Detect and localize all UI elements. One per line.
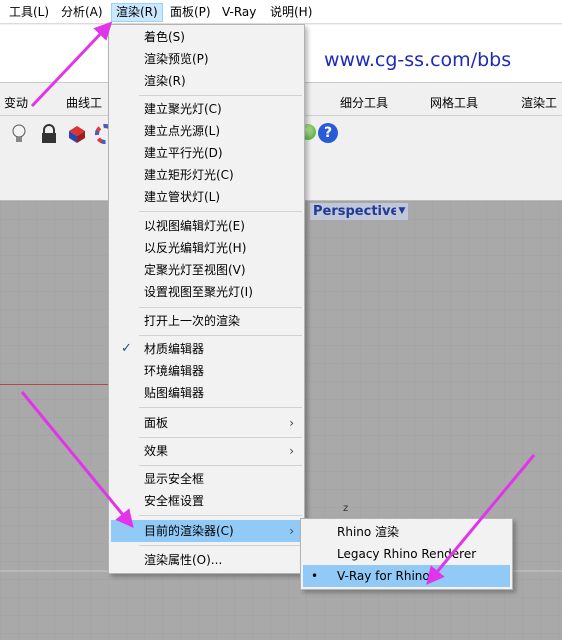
- menu-item-render-properties[interactable]: 渲染属性(O)...: [111, 549, 302, 571]
- help-icon[interactable]: ?: [318, 123, 338, 143]
- lock-icon[interactable]: [38, 123, 60, 145]
- menu-item-shade[interactable]: 着色(S): [111, 26, 302, 48]
- bulb-icon[interactable]: [8, 123, 30, 145]
- menu-item-tube-light[interactable]: 建立管状灯(L): [111, 186, 302, 208]
- selected-bullet-icon: •: [311, 569, 319, 583]
- menu-item-directional-light[interactable]: 建立平行光(D): [111, 142, 302, 164]
- tab-transform[interactable]: 变动: [4, 94, 28, 111]
- menu-item-render-preview[interactable]: 渲染预览(P): [111, 48, 302, 70]
- menu-separator: [139, 465, 302, 466]
- menu-item-view-to-spotlight[interactable]: 设置视图至聚光灯(I): [111, 281, 302, 303]
- submenu-item-legacy-rhino-renderer[interactable]: Legacy Rhino Renderer: [303, 543, 510, 565]
- menu-render[interactable]: 渲染(R): [111, 3, 163, 22]
- viewport-dropdown-icon[interactable]: ▼: [396, 203, 408, 220]
- tab-curve-tools[interactable]: 曲线工: [66, 94, 102, 111]
- menu-separator: [139, 211, 302, 212]
- menu-separator: [139, 515, 302, 516]
- menu-separator: [139, 545, 302, 546]
- menu-item-label: 材质编辑器: [144, 342, 205, 356]
- menu-separator: [139, 335, 302, 336]
- menu-item-effects[interactable]: 效果 ›: [111, 440, 302, 462]
- menu-item-environment-editor[interactable]: 环境编辑器: [111, 360, 302, 382]
- menu-analyze[interactable]: 分析(A): [57, 4, 107, 21]
- menu-item-edit-light-by-view[interactable]: 以视图编辑灯光(E): [111, 215, 302, 237]
- menu-tools[interactable]: 工具(L): [5, 4, 53, 21]
- render-menu: 着色(S) 渲染预览(P) 渲染(R) 建立聚光灯(C) 建立点光源(L) 建立…: [108, 24, 305, 574]
- material-icon[interactable]: [66, 123, 88, 145]
- tab-subd-tools[interactable]: 细分工具: [340, 94, 388, 111]
- tab-mesh-tools[interactable]: 网格工具: [430, 94, 478, 111]
- menu-item-label: 目前的渲染器(C): [144, 524, 234, 538]
- menu-item-edit-light-by-reflection[interactable]: 以反光编辑灯光(H): [111, 237, 302, 259]
- menu-item-point-light[interactable]: 建立点光源(L): [111, 120, 302, 142]
- tab-render-tools[interactable]: 渲染工: [521, 94, 557, 111]
- menu-item-spotlight-to-view[interactable]: 定聚光灯至视图(V): [111, 259, 302, 281]
- chevron-right-icon: ›: [289, 524, 294, 538]
- z-axis-label: z: [343, 503, 348, 514]
- renderer-submenu: Rhino 渲染 Legacy Rhino Renderer • V-Ray f…: [300, 518, 513, 590]
- menu-panels[interactable]: 面板(P): [166, 4, 215, 21]
- menu-item-rectangular-light[interactable]: 建立矩形灯光(C): [111, 164, 302, 186]
- chevron-right-icon: ›: [289, 444, 294, 458]
- menu-item-current-renderer[interactable]: 目前的渲染器(C) ›: [111, 520, 302, 542]
- menu-help[interactable]: 说明(H): [266, 4, 316, 21]
- checkmark-icon: ✓: [121, 341, 132, 356]
- menu-separator: [139, 95, 302, 96]
- menu-separator: [139, 307, 302, 308]
- menu-vray[interactable]: V-Ray: [218, 4, 260, 21]
- menu-separator: [139, 407, 302, 408]
- chevron-right-icon: ›: [289, 416, 294, 430]
- menu-item-show-safe-frame[interactable]: 显示安全框: [111, 468, 302, 490]
- menu-separator: [139, 437, 302, 438]
- watermark-text: www.cg-ss.com/bbs: [324, 49, 512, 71]
- menu-item-material-editor[interactable]: ✓ 材质编辑器: [111, 338, 302, 360]
- submenu-item-rhino-render[interactable]: Rhino 渲染: [303, 521, 510, 543]
- menu-item-panels[interactable]: 面板 ›: [111, 412, 302, 434]
- submenu-item-label: V-Ray for Rhino: [337, 569, 430, 583]
- submenu-item-vray-for-rhino[interactable]: • V-Ray for Rhino: [303, 565, 510, 587]
- menubar: 工具(L) 分析(A) 渲染(R) 面板(P) V-Ray 说明(H): [0, 0, 562, 24]
- x-axis-line: [0, 384, 110, 385]
- menu-item-texture-editor[interactable]: 贴图编辑器: [111, 382, 302, 404]
- viewport-title[interactable]: Perspective: [310, 203, 403, 220]
- menu-item-open-last-render[interactable]: 打开上一次的渲染: [111, 310, 302, 332]
- menu-item-spotlight[interactable]: 建立聚光灯(C): [111, 98, 302, 120]
- menu-item-safe-frame-settings[interactable]: 安全框设置: [111, 490, 302, 512]
- menu-item-render[interactable]: 渲染(R): [111, 70, 302, 92]
- menu-item-label: 面板: [144, 416, 169, 430]
- menu-item-label: 效果: [144, 444, 169, 458]
